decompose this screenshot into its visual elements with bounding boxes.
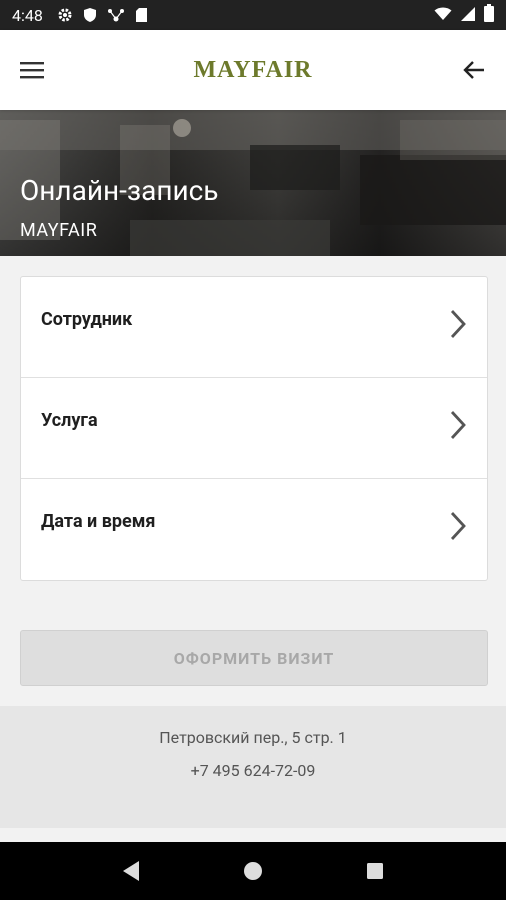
chevron-right-icon xyxy=(449,511,467,545)
signal-icon xyxy=(460,6,476,25)
option-date-time[interactable]: Дата и время xyxy=(21,479,487,580)
nav-back-icon[interactable] xyxy=(116,856,146,886)
option-label: Услуга xyxy=(41,410,98,431)
nav-recents-icon[interactable] xyxy=(360,856,390,886)
address-text: Петровский пер., 5 стр. 1 xyxy=(159,728,347,747)
app-logo: MAYFAIR xyxy=(193,56,313,83)
booking-options-card: Сотрудник Услуга Дата и время xyxy=(20,276,488,581)
book-visit-button[interactable]: ОФОРМИТЬ ВИЗИТ xyxy=(20,630,488,686)
option-label: Сотрудник xyxy=(41,309,133,330)
system-nav-bar xyxy=(0,842,506,900)
hero-banner: Онлайн-запись MAYFAIR xyxy=(0,110,506,256)
network-icon xyxy=(107,8,125,22)
chevron-right-icon xyxy=(449,410,467,444)
option-service[interactable]: Услуга xyxy=(21,378,487,479)
option-employee[interactable]: Сотрудник xyxy=(21,277,487,378)
nav-home-icon[interactable] xyxy=(238,856,268,886)
status-time: 4:48 xyxy=(12,5,43,25)
phone-link[interactable]: +7 495 624-72-09 xyxy=(0,761,506,780)
battery-icon xyxy=(484,4,494,26)
gear-icon xyxy=(57,7,73,23)
hamburger-menu-icon[interactable] xyxy=(18,56,46,84)
arrow-back-icon[interactable] xyxy=(460,56,488,84)
chevron-right-icon xyxy=(449,309,467,343)
hero-subtitle: MAYFAIR xyxy=(20,220,98,241)
footer-contacts: Петровский пер., 5 стр. 1 +7 495 624-72-… xyxy=(0,706,506,828)
sd-card-icon xyxy=(135,7,148,23)
wifi-icon xyxy=(434,6,452,25)
hero-title: Онлайн-запись xyxy=(20,174,219,207)
app-bar: MAYFAIR xyxy=(0,30,506,110)
shield-icon xyxy=(83,7,97,23)
status-bar: 4:48 xyxy=(0,0,506,30)
option-label: Дата и время xyxy=(41,511,156,532)
